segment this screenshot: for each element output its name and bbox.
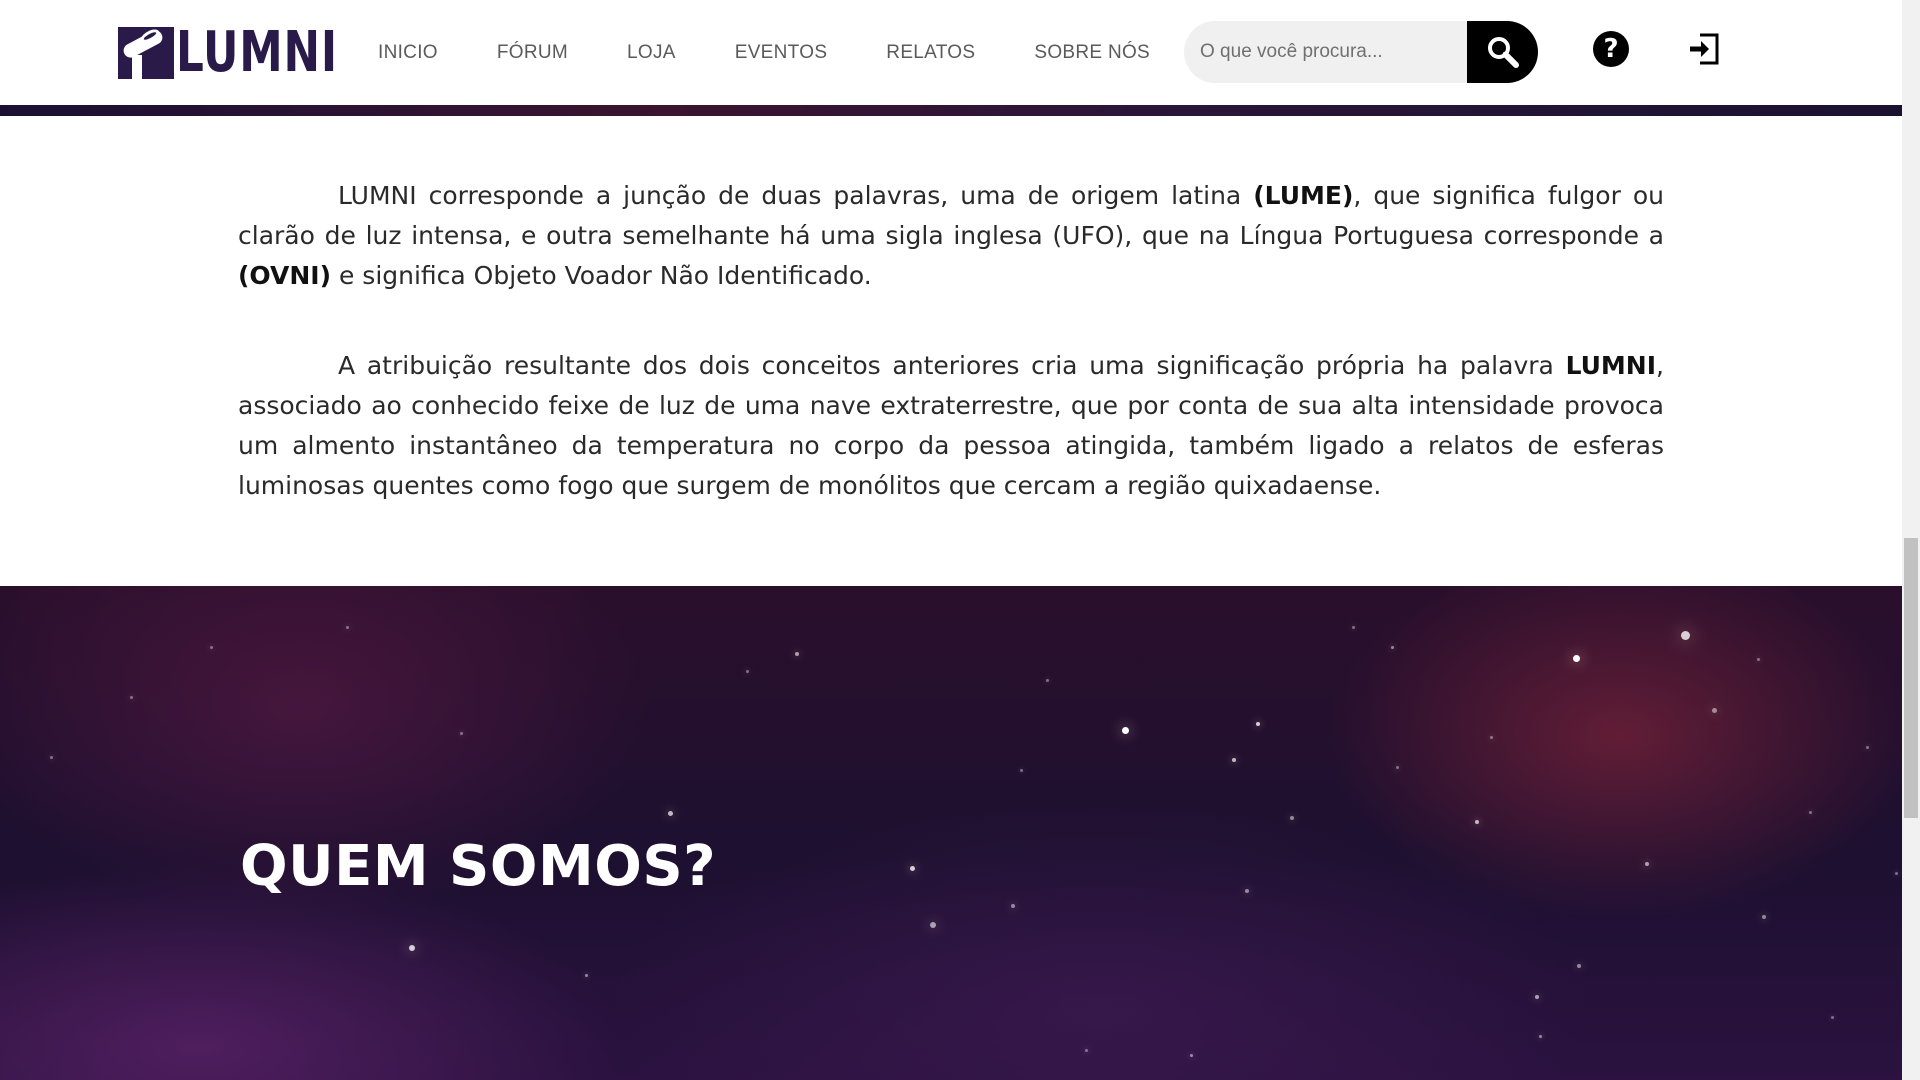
star — [1831, 1016, 1834, 1019]
page-scrollbar[interactable] — [1902, 0, 1920, 1080]
header-banner-strip — [0, 105, 1902, 116]
nav-item-loja[interactable]: LOJA — [627, 42, 676, 64]
star — [1712, 708, 1717, 713]
star — [1245, 889, 1249, 893]
star — [1122, 727, 1129, 734]
star — [668, 811, 673, 816]
star — [1895, 872, 1898, 875]
star — [460, 732, 463, 735]
login-icon[interactable] — [1686, 31, 1722, 67]
star — [1352, 626, 1355, 629]
star — [1046, 679, 1049, 682]
star — [1681, 631, 1690, 640]
star — [409, 945, 415, 951]
star — [930, 922, 936, 928]
star — [1762, 915, 1766, 919]
search-bar — [1184, 21, 1538, 83]
star — [1085, 1049, 1088, 1052]
star — [585, 974, 588, 977]
star — [1577, 964, 1581, 968]
search-input[interactable] — [1184, 21, 1514, 83]
star — [746, 670, 749, 673]
star — [1809, 811, 1812, 814]
star — [910, 866, 915, 871]
star — [1573, 655, 1580, 662]
star — [130, 696, 133, 699]
star — [1757, 658, 1760, 661]
nav-item-forum[interactable]: FÓRUM — [497, 42, 568, 64]
lumni-logo[interactable]: LUMNI — [118, 20, 384, 85]
star — [795, 652, 799, 656]
ufo-logo-icon — [118, 27, 174, 79]
nav-item-eventos[interactable]: EVENTOS — [735, 42, 828, 64]
help-icon[interactable]: ? — [1593, 31, 1629, 67]
about-section: QUEM SOMOS? — [0, 586, 1902, 1080]
star — [1020, 769, 1023, 772]
about-title: QUEM SOMOS? — [240, 834, 717, 899]
star — [1190, 1054, 1193, 1057]
star — [1866, 746, 1869, 749]
logo-text: LUMNI — [176, 20, 338, 85]
star — [1396, 766, 1399, 769]
site-header: LUMNI INICIO FÓRUM LOJA EVENTOS RELATOS … — [0, 0, 1902, 105]
scrollbar-thumb[interactable] — [1904, 538, 1918, 818]
star — [1490, 736, 1493, 739]
star — [1391, 646, 1394, 649]
lumni-meaning-text: LUMNI corresponde a junção de duas palav… — [238, 176, 1664, 556]
star — [1232, 758, 1236, 762]
star — [210, 646, 213, 649]
star — [50, 756, 53, 759]
search-icon — [1487, 37, 1519, 68]
main-nav: INICIO FÓRUM LOJA EVENTOS RELATOS SOBRE … — [378, 0, 1150, 105]
nav-item-sobre-nos[interactable]: SOBRE NÓS — [1034, 42, 1150, 64]
nav-item-inicio[interactable]: INICIO — [378, 42, 438, 64]
paragraph-meaning: A atribuição resultante dos dois conceit… — [238, 351, 1664, 500]
search-button[interactable] — [1467, 21, 1538, 83]
star — [1256, 722, 1260, 726]
star — [1539, 1035, 1542, 1038]
star — [1535, 995, 1539, 999]
star — [1645, 862, 1649, 866]
star — [346, 626, 349, 629]
paragraph-origin: LUMNI corresponde a junção de duas palav… — [238, 181, 1665, 290]
nav-item-relatos[interactable]: RELATOS — [886, 42, 975, 64]
star — [1011, 904, 1015, 908]
star — [1290, 816, 1294, 820]
star — [1475, 820, 1479, 824]
